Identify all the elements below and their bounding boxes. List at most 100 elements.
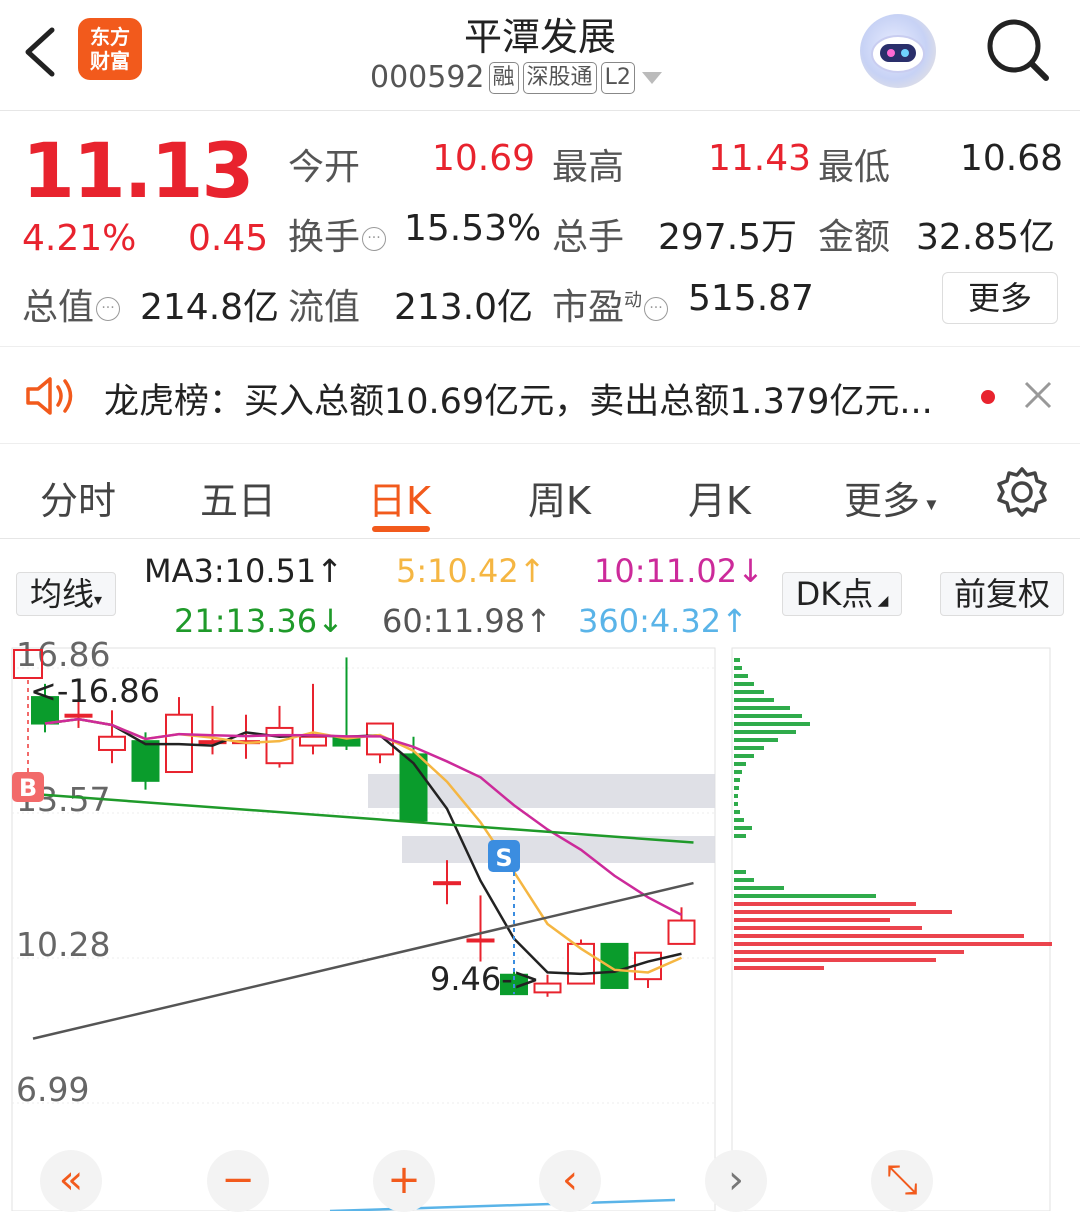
candle-body bbox=[131, 740, 160, 782]
high-value: 11.43 bbox=[708, 138, 812, 179]
volume-profile-bar bbox=[734, 894, 876, 898]
info-dots-icon[interactable]: ··· bbox=[96, 297, 121, 321]
info-dots-icon[interactable]: ··· bbox=[644, 297, 669, 321]
low-value: 10.68 bbox=[960, 138, 1064, 179]
volume-profile-bar bbox=[734, 754, 754, 758]
fullscreen-button[interactable]: ⤡ bbox=[871, 1150, 933, 1212]
main-chart-frame bbox=[11, 647, 716, 1211]
candle-body bbox=[667, 919, 696, 945]
volume-profile-bar bbox=[734, 666, 742, 670]
volume-profile-bar bbox=[734, 698, 774, 702]
volume-profile-bar bbox=[734, 690, 764, 694]
volume-profile-bar bbox=[734, 746, 764, 750]
ma3-value: MA3:10.51↑ bbox=[144, 552, 344, 590]
settings-gear-icon[interactable] bbox=[996, 466, 1048, 518]
ma-selector[interactable]: 均线▾ bbox=[16, 572, 116, 616]
close-icon[interactable] bbox=[1022, 379, 1054, 411]
scroll-right-button[interactable]: › bbox=[705, 1150, 767, 1212]
float-label: 流值 bbox=[288, 287, 361, 328]
candle-body bbox=[600, 942, 629, 989]
tab-monthly-k[interactable]: 月K bbox=[688, 470, 751, 525]
candle-body bbox=[265, 726, 294, 765]
ma10-value: 10:11.02↓ bbox=[594, 552, 764, 590]
last-price: 11.13 bbox=[22, 126, 254, 215]
turnover-value: 15.53% bbox=[404, 208, 542, 249]
zoom-in-button[interactable]: + bbox=[373, 1150, 435, 1212]
volume-profile-bar bbox=[734, 658, 740, 662]
volume-profile-bar bbox=[734, 934, 1024, 938]
search-icon[interactable] bbox=[984, 16, 1052, 84]
tab-five-day[interactable]: 五日 bbox=[200, 470, 276, 525]
low-marker-label: 9.46-> bbox=[430, 960, 540, 998]
tab-more[interactable]: 更多 ▾ bbox=[844, 470, 936, 525]
robot-icon bbox=[871, 35, 925, 73]
tab-minute[interactable]: 分时 bbox=[40, 470, 116, 525]
unread-dot bbox=[981, 390, 995, 404]
more-quote-button[interactable]: 更多 bbox=[942, 272, 1058, 324]
adjust-mode-button[interactable]: 前复权 bbox=[940, 572, 1064, 616]
volume-profile-bar bbox=[734, 810, 740, 814]
scroll-left-button[interactable]: ‹ bbox=[539, 1150, 601, 1212]
volume-profile-bar bbox=[734, 778, 740, 782]
info-dots-icon[interactable]: ··· bbox=[362, 227, 387, 251]
mktcap-value: 214.8亿 bbox=[140, 287, 280, 328]
zoom-out-button[interactable]: − bbox=[207, 1150, 269, 1212]
y-tick-label: 6.99 bbox=[16, 1070, 89, 1109]
amount-value: 32.85亿 bbox=[916, 217, 1056, 258]
volume-value: 297.5万 bbox=[658, 217, 798, 258]
volume-profile-bar bbox=[734, 682, 754, 686]
ma360-value: 360:4.32↑ bbox=[578, 602, 748, 640]
volume-profile-bar bbox=[734, 738, 778, 742]
candle-body bbox=[466, 938, 495, 943]
robot-assistant-avatar[interactable] bbox=[860, 14, 936, 88]
mktcap-label: 总值 ··· bbox=[22, 278, 121, 330]
float-value: 213.0亿 bbox=[394, 287, 534, 328]
volume-profile-bar bbox=[734, 950, 964, 954]
high-label: 最高 bbox=[552, 147, 625, 188]
rewind-button[interactable]: « bbox=[40, 1150, 102, 1212]
volume-profile-bar bbox=[734, 714, 802, 718]
ma60-value: 60:11.98↑ bbox=[382, 602, 552, 640]
volume-profile-bar bbox=[734, 818, 744, 822]
tab-weekly-k[interactable]: 周K bbox=[528, 470, 591, 525]
open-label: 今开 bbox=[288, 147, 361, 188]
pe-label: 市盈动 ··· bbox=[552, 278, 669, 330]
candle-body bbox=[634, 951, 662, 981]
amount-label: 金额 bbox=[818, 217, 891, 258]
volume-profile-bar bbox=[734, 794, 738, 798]
volume-profile-bar bbox=[734, 886, 784, 890]
sell-mark-text: S bbox=[495, 844, 512, 872]
y-tick-label: 16.86 bbox=[16, 640, 110, 674]
tab-daily-k[interactable]: 日K bbox=[368, 470, 431, 525]
change-percent: 4.21% bbox=[22, 218, 137, 259]
stock-code-row[interactable]: 000592 融 深股通 L2 bbox=[370, 60, 665, 95]
volume-profile-bar bbox=[734, 966, 824, 970]
active-tab-underline bbox=[372, 526, 430, 532]
notice-text: 龙虎榜：买入总额10.69亿元，卖出总额1.379亿元... bbox=[104, 382, 933, 422]
dragon-tiger-notice[interactable]: 龙虎榜：买入总额10.69亿元，卖出总额1.379亿元... bbox=[0, 346, 1080, 444]
speaker-icon bbox=[26, 377, 73, 415]
header-bar: 东方 财富 平潭发展 000592 融 深股通 L2 bbox=[0, 0, 1080, 111]
volume-profile-bar bbox=[734, 958, 936, 962]
volume-profile-bar bbox=[734, 706, 790, 710]
stock-code: 000592 bbox=[370, 60, 485, 95]
volume-profile-bar bbox=[734, 902, 916, 906]
volume-profile-bar bbox=[734, 786, 739, 790]
volume-profile-bar bbox=[734, 730, 796, 734]
volume-profile-bar bbox=[734, 926, 922, 930]
change-amount: 0.45 bbox=[188, 218, 269, 259]
candle-body bbox=[299, 735, 327, 747]
dk-point-button[interactable]: DK点 ◢ bbox=[782, 572, 902, 616]
volume-profile-bar bbox=[734, 878, 754, 882]
volume-profile-bar bbox=[734, 910, 952, 914]
candle-body bbox=[98, 735, 126, 751]
volume-profile-bar bbox=[734, 942, 1052, 946]
candle-body bbox=[433, 881, 461, 886]
kline-chart[interactable]: 16.8613.5710.286.993.70<-16.869.46->SB bbox=[0, 640, 1080, 1211]
y-tick-label: 10.28 bbox=[16, 925, 110, 964]
volume-profile-bar bbox=[734, 762, 746, 766]
volume-profile-bar bbox=[734, 802, 738, 806]
high-marker-label: <-16.86 bbox=[30, 672, 160, 710]
period-tabs: 分时 五日 日K 周K 月K 更多 ▾ bbox=[0, 442, 1080, 539]
volume-profile-bar bbox=[734, 918, 890, 922]
